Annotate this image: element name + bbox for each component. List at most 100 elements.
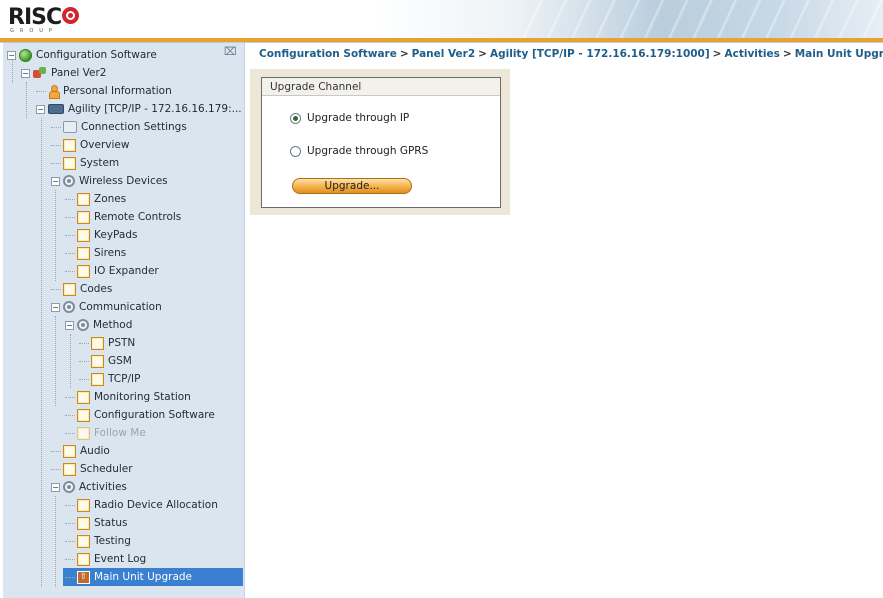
folder-icon	[91, 354, 104, 368]
breadcrumb: Configuration Software > Panel Ver2 > Agilit…	[259, 48, 883, 60]
tree-guide-line	[55, 316, 56, 406]
tree-connector	[65, 198, 75, 200]
tree-item[interactable]: Scheduler	[51, 460, 133, 478]
tree-item[interactable]: Audio	[51, 442, 110, 460]
upgrade-through-gprs-option[interactable]: Upgrade through GPRS	[290, 145, 428, 157]
tree-item[interactable]: Sirens	[65, 244, 126, 262]
tree-expander-icon[interactable]: −	[65, 320, 74, 330]
tree-item[interactable]: Event Log	[65, 550, 146, 568]
tree-item-label: PSTN	[108, 337, 136, 349]
breadcrumb-item[interactable]: Panel Ver2	[412, 48, 476, 60]
tree-item[interactable]: Zones	[65, 190, 126, 208]
folder-icon	[63, 462, 76, 476]
tree-item[interactable]: Radio Device Allocation	[65, 496, 218, 514]
tree-expander-icon[interactable]: −	[21, 68, 30, 78]
globe-icon	[19, 48, 32, 62]
tree-connector	[65, 576, 75, 578]
tree-item[interactable]: − Activities	[51, 478, 127, 496]
gear-icon	[63, 175, 75, 187]
folder-icon	[77, 210, 90, 224]
tree-item-label: Communication	[79, 301, 162, 313]
tree-item[interactable]: Personal Information	[36, 82, 172, 100]
tree-guide-line	[55, 190, 56, 281]
tree-connector	[36, 90, 46, 92]
tree-item[interactable]: Connection Settings	[51, 118, 187, 136]
tree-expander-icon[interactable]: −	[51, 482, 60, 492]
tree-expander-icon[interactable]: −	[7, 50, 16, 60]
tree-item[interactable]: PSTN	[79, 334, 135, 352]
tree-item[interactable]: Codes	[51, 280, 112, 298]
tree-item[interactable]: − Panel Ver2	[21, 64, 107, 82]
tree-item-label: Panel Ver2	[51, 67, 107, 79]
radio-ip[interactable]	[290, 112, 301, 124]
tree-item[interactable]: − Configuration Software	[7, 46, 157, 64]
breadcrumb-item[interactable]: Activities	[724, 48, 779, 60]
tree-item-label: Configuration Software	[36, 49, 157, 61]
tree-item-label: TCP/IP	[108, 373, 141, 385]
tree-item-label: Method	[93, 319, 133, 331]
tree-connector	[65, 540, 75, 542]
tree-item[interactable]: − Wireless Devices	[51, 172, 168, 190]
tree-item-label: Main Unit Upgrade	[94, 571, 193, 583]
tree-item-label: Radio Device Allocation	[94, 499, 218, 511]
tree-connector	[51, 144, 61, 146]
tree-connector	[51, 450, 61, 452]
tree-item[interactable]: GSM	[79, 352, 132, 370]
folder-icon	[77, 552, 90, 566]
tree-item[interactable]: System	[51, 154, 119, 172]
breadcrumb-item[interactable]: Agility [TCP/IP - 172.16.16.179:1000]	[490, 48, 710, 60]
folder-icon	[77, 498, 90, 512]
tree-item[interactable]: Remote Controls	[65, 208, 181, 226]
radio-gprs[interactable]	[290, 145, 301, 157]
breadcrumb-item[interactable]: Configuration Software	[259, 48, 397, 60]
folder-icon	[77, 228, 90, 242]
tree-item[interactable]: Overview	[51, 136, 129, 154]
folder-icon	[77, 516, 90, 530]
tree-connector	[65, 270, 75, 272]
tree-connector	[65, 504, 75, 506]
tree-item[interactable]: Testing	[65, 532, 131, 550]
tree-item[interactable]: TCP/IP	[79, 370, 140, 388]
tree-item-label: Personal Information	[63, 85, 172, 97]
tree-item[interactable]: − Method	[65, 316, 132, 334]
tree-connector	[65, 396, 75, 398]
collapse-panel-icon[interactable]: ⌧	[224, 45, 237, 58]
tree-connector	[65, 216, 75, 218]
tree-expander-icon[interactable]: −	[36, 104, 45, 114]
tree-item[interactable]: − Agility [TCP/IP - 172.16.16.179:...	[36, 100, 242, 118]
tree-connector	[65, 414, 75, 416]
upgrade-channel-group: Upgrade Channel Upgrade through IP Upgra…	[261, 77, 501, 208]
tree-item[interactable]: Status	[65, 514, 127, 532]
tree-item[interactable]: Monitoring Station	[65, 388, 191, 406]
tree-item[interactable]: Follow Me	[65, 424, 146, 442]
folder-icon	[77, 426, 90, 440]
folder-icon	[63, 156, 76, 170]
tree-connector	[51, 162, 61, 164]
tree-item-label: Agility [TCP/IP - 172.16.16.179:...	[68, 103, 242, 115]
tree-guide-line	[55, 496, 56, 587]
tree-item-label: Configuration Software	[94, 409, 215, 421]
app-header: RISC GROUP	[0, 0, 883, 38]
tree-item[interactable]: − Communication	[51, 298, 162, 316]
tree-item-label: Testing	[94, 535, 131, 547]
header-accent-bar	[0, 38, 883, 43]
tree-item[interactable]: KeyPads	[65, 226, 137, 244]
tree-connector	[65, 432, 75, 434]
tree-expander-icon[interactable]: −	[51, 302, 60, 312]
tree-item[interactable]: IO Expander	[65, 262, 159, 280]
radio-gprs-label: Upgrade through GPRS	[307, 145, 429, 157]
tree-item-label: Scheduler	[80, 463, 133, 475]
tree-item-label: Codes	[80, 283, 113, 295]
person-icon	[48, 84, 60, 99]
gear-icon	[63, 301, 75, 313]
folder-icon	[77, 264, 90, 278]
tree-item[interactable]: Configuration Software	[65, 406, 215, 424]
tree-item-label: Zones	[94, 193, 127, 205]
tree-item[interactable]: ⇧ Main Unit Upgrade	[63, 568, 243, 586]
connection-icon	[63, 121, 77, 133]
upgrade-through-ip-option[interactable]: Upgrade through IP	[290, 112, 409, 124]
tree-item-label: IO Expander	[94, 265, 159, 277]
tree-expander-icon[interactable]: −	[51, 176, 60, 186]
upgrade-button[interactable]: Upgrade...	[292, 178, 412, 194]
folder-icon	[77, 408, 90, 422]
